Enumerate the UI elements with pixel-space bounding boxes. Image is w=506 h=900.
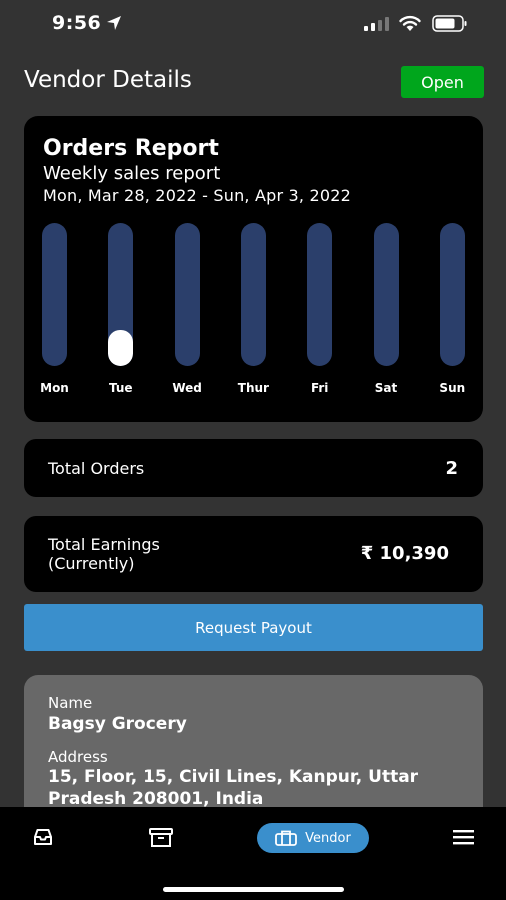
bar-track-thur [240, 223, 266, 366]
address-value: 15, Floor, 15, Civil Lines, Kanpur, Utta… [48, 767, 419, 809]
status-time: 9:56 [52, 12, 102, 34]
bar-label-tue: Tue [109, 381, 133, 395]
report-title: Orders Report [43, 136, 219, 161]
total-orders-card: Total Orders 2 [24, 439, 483, 497]
nav-vendor-tab[interactable]: Vendor [257, 823, 369, 853]
bar-track-mon [42, 223, 67, 366]
request-payout-button[interactable]: Request Payout [24, 604, 483, 651]
bar-track-sun [439, 223, 465, 366]
wifi-icon [399, 15, 421, 31]
bar-label-fri: Fri [310, 381, 329, 395]
total-earnings-label-line1: Total Earnings [48, 535, 160, 554]
address-label: Address [48, 748, 108, 766]
bar-label-mon: Mon [40, 381, 69, 395]
name-value: Bagsy Grocery [48, 714, 187, 734]
nav-vendor-label: Vendor [305, 830, 351, 846]
menu-hamburger-icon[interactable] [453, 830, 474, 845]
total-orders-value: 2 [445, 458, 458, 479]
status-bar: 9:56 [0, 0, 506, 48]
orders-report-card: Orders Report Weekly sales report Mon, M… [24, 116, 483, 422]
report-date-range: Mon, Mar 28, 2022 - Sun, Apr 3, 2022 [43, 186, 352, 205]
open-status-button[interactable]: Open [401, 66, 484, 98]
cellular-signal-icon [364, 17, 389, 31]
bar-label-sun: Sun [439, 381, 466, 395]
total-earnings-value: ₹ 10,390 [360, 543, 449, 564]
location-arrow-icon [107, 16, 121, 30]
battery-icon [432, 15, 467, 32]
name-label: Name [48, 694, 93, 712]
inbox-tray-icon[interactable] [33, 828, 53, 846]
total-orders-label: Total Orders [48, 459, 145, 478]
bar-fill-tue [108, 330, 134, 366]
total-earnings-label-line2: (Currently) [48, 554, 135, 573]
bar-label-thur: Thur [237, 381, 269, 395]
bar-track-fri [307, 223, 333, 366]
briefcase-icon [275, 830, 298, 846]
page-title: Vendor Details [24, 67, 192, 93]
bar-track-wed [174, 223, 200, 366]
bottom-nav: Vendor [0, 807, 506, 900]
total-earnings-label: Total Earnings (Currently) [48, 535, 248, 573]
bar-label-sat: Sat [374, 381, 398, 395]
archive-box-icon[interactable] [149, 828, 173, 847]
total-earnings-card: Total Earnings (Currently) ₹ 10,390 [24, 516, 483, 592]
home-indicator [163, 887, 344, 892]
bar-track-sat [373, 223, 399, 366]
report-subtitle: Weekly sales report [43, 163, 221, 184]
bar-label-wed: Wed [172, 381, 202, 395]
bar-track-tue [108, 223, 134, 366]
